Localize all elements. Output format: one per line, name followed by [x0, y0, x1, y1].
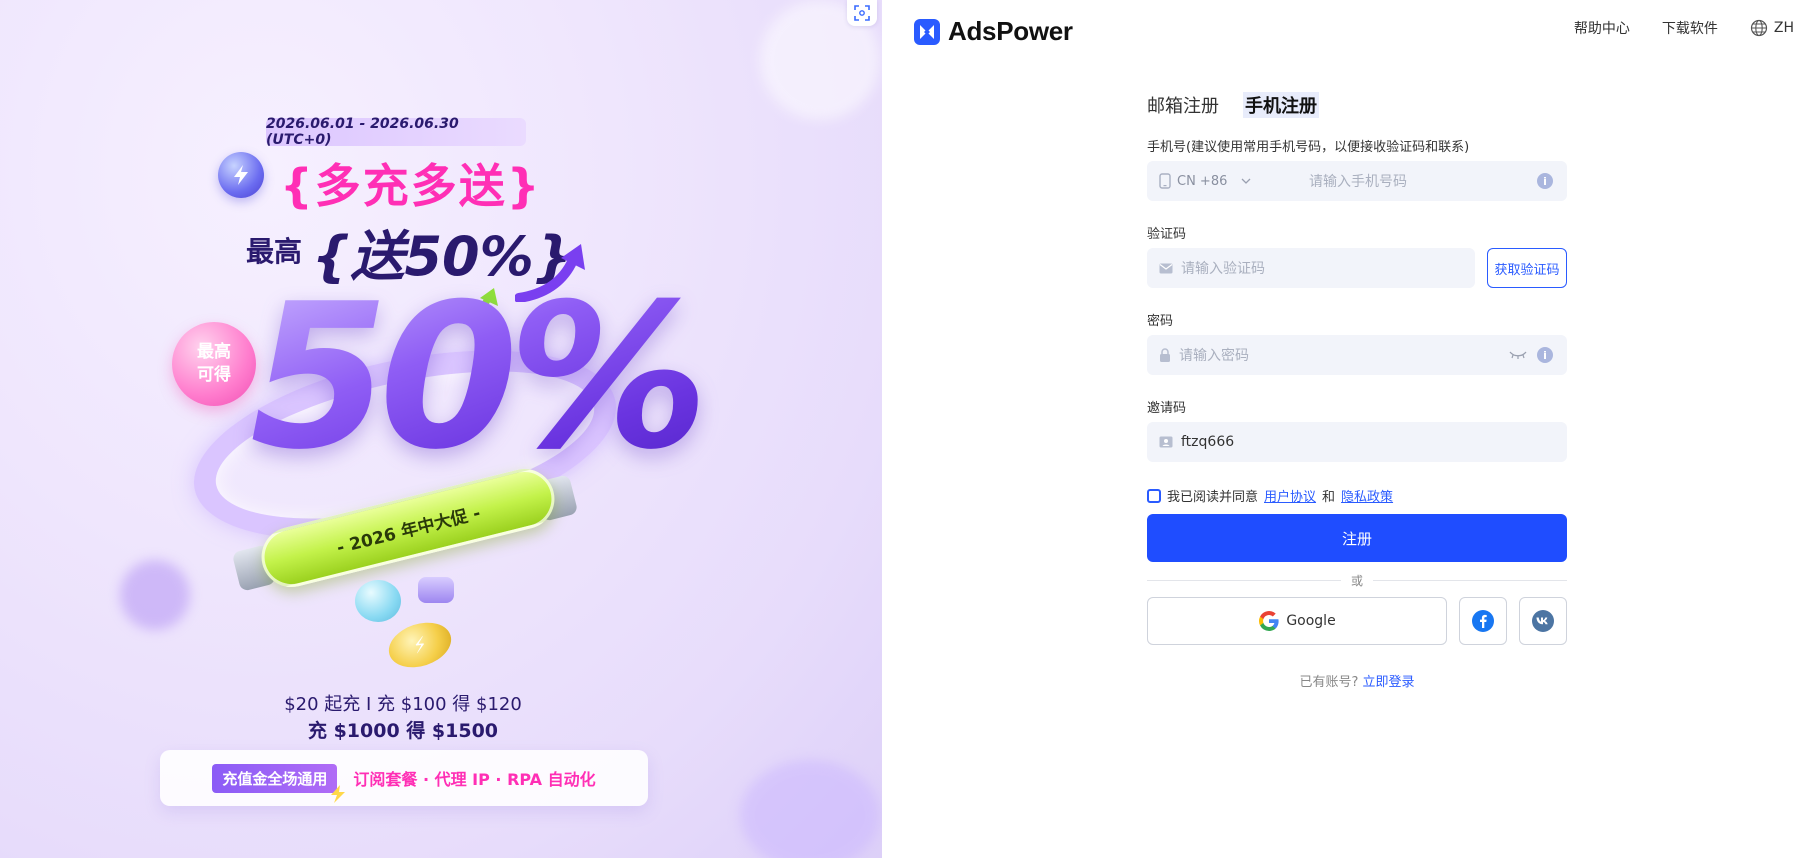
invite-input[interactable]: ftzq666	[1181, 434, 1234, 450]
invite-field: ftzq666	[1147, 422, 1567, 462]
gold-coin-icon: ⚡	[383, 615, 457, 675]
adspower-logo-icon	[914, 18, 940, 45]
phone-icon	[1159, 173, 1171, 189]
language-label: ZH	[1773, 20, 1794, 36]
qr-scan-button[interactable]	[847, 0, 877, 26]
scan-icon	[854, 5, 870, 21]
top-header: AdsPower 帮助中心 下载软件 ZH	[882, 0, 1812, 60]
google-label: Google	[1286, 613, 1336, 629]
max-badge-line2: 可得	[197, 365, 231, 385]
promo-offer-line2: 充 $1000 得 $1500	[307, 720, 499, 742]
decor-bead	[418, 577, 454, 603]
chevron-down-icon	[1241, 178, 1251, 184]
max-badge: 最高 可得	[172, 322, 256, 406]
promo-date-range: 2026.06.01 - 2026.06.30 (UTC+0)	[266, 116, 526, 148]
password-label: 密码	[1147, 314, 1174, 329]
get-code-button[interactable]: 获取验证码	[1487, 248, 1567, 288]
help-center-link[interactable]: 帮助中心	[1574, 18, 1630, 38]
google-icon	[1259, 611, 1279, 631]
phone-field: CN +86 请输入手机号码 i	[1147, 161, 1567, 201]
agree-text: 我已阅读并同意	[1167, 490, 1259, 505]
promo-headline: {多充多送}	[280, 159, 542, 213]
eye-closed-icon[interactable]	[1509, 350, 1527, 360]
logo-text: AdsPower	[948, 16, 1073, 46]
code-field: 请输入验证码	[1147, 248, 1475, 288]
agreement-row: 我已阅读并同意 用户协议和隐私政策	[1147, 486, 1567, 505]
country-code-value: CN +86	[1177, 173, 1228, 189]
agree-checkbox[interactable]	[1147, 488, 1161, 503]
lightning-coin-icon	[218, 152, 264, 198]
header-nav: 帮助中心 下载软件 ZH	[1574, 18, 1794, 38]
ticket-icon	[1159, 436, 1173, 448]
lock-icon	[1160, 348, 1170, 362]
decor-blob	[120, 560, 190, 630]
code-row: 请输入验证码 获取验证码	[1147, 248, 1567, 288]
language-switcher[interactable]: ZH	[1750, 19, 1794, 37]
login-prompt-text: 已有账号?	[1299, 675, 1359, 690]
decor-blob	[740, 760, 880, 858]
password-field: 请输入密码 i	[1147, 335, 1567, 375]
register-form: 邮箱注册 手机注册 手机号(建议使用常用手机号码，以便接收验证码和联系) CN …	[1147, 90, 1568, 690]
agree-and: 和	[1322, 490, 1336, 505]
login-link[interactable]: 立即登录	[1362, 675, 1414, 690]
usage-tag: 充值金全场通用	[212, 763, 346, 803]
password-input[interactable]: 请输入密码	[1179, 345, 1249, 365]
divider-line	[1147, 580, 1341, 581]
promo-usage-card: 充值金全场通用 订阅套餐 · 代理 IP · RPA 自动化	[160, 750, 648, 806]
or-text: 或	[1351, 574, 1364, 588]
tab-email-register[interactable]: 邮箱注册	[1147, 92, 1219, 118]
decor-bead	[355, 580, 401, 622]
facebook-icon	[1472, 610, 1494, 632]
phone-label: 手机号(建议使用常用手机号码，以便接收验证码和联系)	[1147, 140, 1470, 155]
vk-login-button[interactable]	[1519, 597, 1567, 645]
or-divider: 或	[1147, 572, 1568, 589]
info-icon[interactable]: i	[1537, 173, 1553, 189]
usage-tag-text: 充值金全场通用	[222, 769, 328, 788]
code-input[interactable]: 请输入验证码	[1181, 258, 1265, 278]
facebook-login-button[interactable]	[1459, 597, 1507, 645]
promo-offer-line1: $20 起充 Ⅰ 充 $100 得 $120	[284, 694, 522, 715]
max-badge-line1: 最高	[197, 342, 231, 362]
phone-input[interactable]: 请输入手机号码	[1309, 171, 1407, 191]
bolt-icon	[331, 784, 346, 803]
globe-icon	[1750, 19, 1767, 37]
big-percent-graphic: 50%	[250, 261, 709, 494]
logo[interactable]: AdsPower	[914, 16, 1073, 47]
code-label: 验证码	[1147, 227, 1187, 242]
privacy-link[interactable]: 隐私政策	[1341, 486, 1393, 505]
register-button[interactable]: 注册	[1147, 514, 1567, 562]
vk-icon	[1532, 610, 1554, 632]
promo-banner: 2026.06.01 - 2026.06.30 (UTC+0) {多充多送} 最…	[0, 0, 882, 858]
info-icon[interactable]: i	[1537, 347, 1553, 363]
divider-line	[1373, 580, 1568, 581]
mail-icon	[1159, 263, 1173, 273]
tab-phone-register[interactable]: 手机注册	[1243, 92, 1319, 118]
google-login-button[interactable]: Google	[1147, 597, 1447, 645]
terms-link[interactable]: 用户协议	[1264, 486, 1316, 505]
invite-label: 邀请码	[1147, 401, 1187, 416]
download-link[interactable]: 下载软件	[1662, 18, 1718, 38]
country-code-select[interactable]: CN +86	[1159, 173, 1273, 189]
social-login: Google	[1147, 597, 1567, 645]
login-prompt: 已有账号? 立即登录	[1147, 671, 1567, 690]
register-tabs: 邮箱注册 手机注册	[1147, 90, 1567, 120]
usage-text: 订阅套餐 · 代理 IP · RPA 自动化	[353, 770, 596, 789]
